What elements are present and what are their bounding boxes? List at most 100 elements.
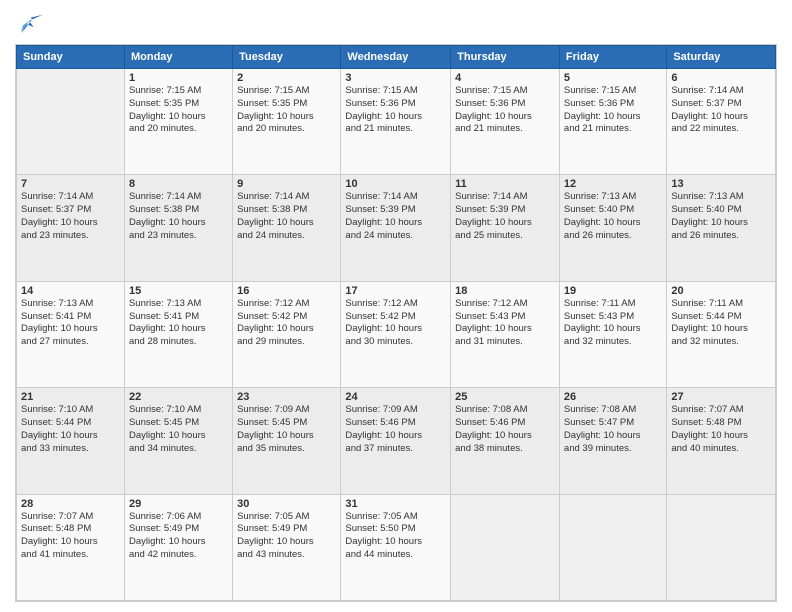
- day-cell: 23Sunrise: 7:09 AMSunset: 5:45 PMDayligh…: [233, 388, 341, 494]
- day-number: 5: [564, 72, 662, 84]
- day-number: 7: [21, 178, 120, 190]
- day-info: Sunrise: 7:15 AMSunset: 5:35 PMDaylight:…: [237, 85, 336, 136]
- day-cell: [451, 494, 560, 600]
- day-cell: 19Sunrise: 7:11 AMSunset: 5:43 PMDayligh…: [559, 281, 666, 387]
- day-cell: 24Sunrise: 7:09 AMSunset: 5:46 PMDayligh…: [341, 388, 451, 494]
- day-number: 9: [237, 178, 336, 190]
- calendar-header: SundayMondayTuesdayWednesdayThursdayFrid…: [17, 46, 776, 69]
- day-info: Sunrise: 7:15 AMSunset: 5:35 PMDaylight:…: [129, 85, 228, 136]
- day-cell: 8Sunrise: 7:14 AMSunset: 5:38 PMDaylight…: [124, 175, 232, 281]
- day-number: 18: [455, 285, 555, 297]
- day-number: 28: [21, 498, 120, 510]
- day-cell: 30Sunrise: 7:05 AMSunset: 5:49 PMDayligh…: [233, 494, 341, 600]
- day-cell: 18Sunrise: 7:12 AMSunset: 5:43 PMDayligh…: [451, 281, 560, 387]
- day-info: Sunrise: 7:15 AMSunset: 5:36 PMDaylight:…: [345, 85, 446, 136]
- day-info: Sunrise: 7:09 AMSunset: 5:46 PMDaylight:…: [345, 404, 446, 455]
- day-info: Sunrise: 7:14 AMSunset: 5:39 PMDaylight:…: [455, 191, 555, 242]
- day-number: 23: [237, 391, 336, 403]
- col-header-friday: Friday: [559, 46, 666, 69]
- day-info: Sunrise: 7:12 AMSunset: 5:43 PMDaylight:…: [455, 298, 555, 349]
- day-info: Sunrise: 7:10 AMSunset: 5:44 PMDaylight:…: [21, 404, 120, 455]
- day-number: 12: [564, 178, 662, 190]
- day-number: 16: [237, 285, 336, 297]
- day-info: Sunrise: 7:15 AMSunset: 5:36 PMDaylight:…: [455, 85, 555, 136]
- day-number: 21: [21, 391, 120, 403]
- day-cell: 29Sunrise: 7:06 AMSunset: 5:49 PMDayligh…: [124, 494, 232, 600]
- day-info: Sunrise: 7:09 AMSunset: 5:45 PMDaylight:…: [237, 404, 336, 455]
- day-cell: 21Sunrise: 7:10 AMSunset: 5:44 PMDayligh…: [17, 388, 125, 494]
- logo: [15, 10, 47, 38]
- day-info: Sunrise: 7:08 AMSunset: 5:46 PMDaylight:…: [455, 404, 555, 455]
- page: SundayMondayTuesdayWednesdayThursdayFrid…: [0, 0, 792, 612]
- day-cell: [667, 494, 776, 600]
- day-info: Sunrise: 7:12 AMSunset: 5:42 PMDaylight:…: [345, 298, 446, 349]
- day-cell: 6Sunrise: 7:14 AMSunset: 5:37 PMDaylight…: [667, 69, 776, 175]
- col-header-wednesday: Wednesday: [341, 46, 451, 69]
- day-number: 4: [455, 72, 555, 84]
- day-info: Sunrise: 7:15 AMSunset: 5:36 PMDaylight:…: [564, 85, 662, 136]
- day-number: 24: [345, 391, 446, 403]
- day-info: Sunrise: 7:07 AMSunset: 5:48 PMDaylight:…: [21, 511, 120, 562]
- header: [15, 10, 777, 38]
- day-cell: [17, 69, 125, 175]
- day-number: 2: [237, 72, 336, 84]
- day-number: 25: [455, 391, 555, 403]
- day-info: Sunrise: 7:14 AMSunset: 5:38 PMDaylight:…: [237, 191, 336, 242]
- day-number: 3: [345, 72, 446, 84]
- day-info: Sunrise: 7:05 AMSunset: 5:50 PMDaylight:…: [345, 511, 446, 562]
- day-cell: 2Sunrise: 7:15 AMSunset: 5:35 PMDaylight…: [233, 69, 341, 175]
- day-number: 17: [345, 285, 446, 297]
- day-cell: 9Sunrise: 7:14 AMSunset: 5:38 PMDaylight…: [233, 175, 341, 281]
- day-cell: 12Sunrise: 7:13 AMSunset: 5:40 PMDayligh…: [559, 175, 666, 281]
- day-info: Sunrise: 7:12 AMSunset: 5:42 PMDaylight:…: [237, 298, 336, 349]
- day-info: Sunrise: 7:08 AMSunset: 5:47 PMDaylight:…: [564, 404, 662, 455]
- day-cell: 25Sunrise: 7:08 AMSunset: 5:46 PMDayligh…: [451, 388, 560, 494]
- day-cell: 22Sunrise: 7:10 AMSunset: 5:45 PMDayligh…: [124, 388, 232, 494]
- day-info: Sunrise: 7:13 AMSunset: 5:40 PMDaylight:…: [671, 191, 771, 242]
- day-cell: 7Sunrise: 7:14 AMSunset: 5:37 PMDaylight…: [17, 175, 125, 281]
- day-info: Sunrise: 7:05 AMSunset: 5:49 PMDaylight:…: [237, 511, 336, 562]
- day-info: Sunrise: 7:14 AMSunset: 5:37 PMDaylight:…: [21, 191, 120, 242]
- day-cell: 4Sunrise: 7:15 AMSunset: 5:36 PMDaylight…: [451, 69, 560, 175]
- col-header-tuesday: Tuesday: [233, 46, 341, 69]
- day-cell: 10Sunrise: 7:14 AMSunset: 5:39 PMDayligh…: [341, 175, 451, 281]
- calendar-body: 1Sunrise: 7:15 AMSunset: 5:35 PMDaylight…: [17, 69, 776, 601]
- day-number: 30: [237, 498, 336, 510]
- day-cell: 20Sunrise: 7:11 AMSunset: 5:44 PMDayligh…: [667, 281, 776, 387]
- col-header-thursday: Thursday: [451, 46, 560, 69]
- day-cell: 27Sunrise: 7:07 AMSunset: 5:48 PMDayligh…: [667, 388, 776, 494]
- day-info: Sunrise: 7:13 AMSunset: 5:40 PMDaylight:…: [564, 191, 662, 242]
- day-cell: [559, 494, 666, 600]
- day-info: Sunrise: 7:10 AMSunset: 5:45 PMDaylight:…: [129, 404, 228, 455]
- day-number: 31: [345, 498, 446, 510]
- day-info: Sunrise: 7:13 AMSunset: 5:41 PMDaylight:…: [21, 298, 120, 349]
- day-cell: 15Sunrise: 7:13 AMSunset: 5:41 PMDayligh…: [124, 281, 232, 387]
- col-header-saturday: Saturday: [667, 46, 776, 69]
- calendar-table: SundayMondayTuesdayWednesdayThursdayFrid…: [16, 45, 776, 601]
- week-row-1: 1Sunrise: 7:15 AMSunset: 5:35 PMDaylight…: [17, 69, 776, 175]
- logo-bird-icon: [15, 10, 43, 38]
- day-cell: 11Sunrise: 7:14 AMSunset: 5:39 PMDayligh…: [451, 175, 560, 281]
- day-info: Sunrise: 7:14 AMSunset: 5:38 PMDaylight:…: [129, 191, 228, 242]
- day-number: 10: [345, 178, 446, 190]
- col-header-sunday: Sunday: [17, 46, 125, 69]
- day-number: 27: [671, 391, 771, 403]
- week-row-4: 21Sunrise: 7:10 AMSunset: 5:44 PMDayligh…: [17, 388, 776, 494]
- calendar: SundayMondayTuesdayWednesdayThursdayFrid…: [15, 44, 777, 602]
- day-info: Sunrise: 7:14 AMSunset: 5:37 PMDaylight:…: [671, 85, 771, 136]
- day-cell: 14Sunrise: 7:13 AMSunset: 5:41 PMDayligh…: [17, 281, 125, 387]
- day-number: 1: [129, 72, 228, 84]
- day-info: Sunrise: 7:14 AMSunset: 5:39 PMDaylight:…: [345, 191, 446, 242]
- day-cell: 16Sunrise: 7:12 AMSunset: 5:42 PMDayligh…: [233, 281, 341, 387]
- day-info: Sunrise: 7:13 AMSunset: 5:41 PMDaylight:…: [129, 298, 228, 349]
- day-number: 8: [129, 178, 228, 190]
- col-header-monday: Monday: [124, 46, 232, 69]
- week-row-3: 14Sunrise: 7:13 AMSunset: 5:41 PMDayligh…: [17, 281, 776, 387]
- week-row-5: 28Sunrise: 7:07 AMSunset: 5:48 PMDayligh…: [17, 494, 776, 600]
- day-number: 19: [564, 285, 662, 297]
- day-info: Sunrise: 7:11 AMSunset: 5:44 PMDaylight:…: [671, 298, 771, 349]
- day-info: Sunrise: 7:11 AMSunset: 5:43 PMDaylight:…: [564, 298, 662, 349]
- day-cell: 5Sunrise: 7:15 AMSunset: 5:36 PMDaylight…: [559, 69, 666, 175]
- day-number: 13: [671, 178, 771, 190]
- day-number: 11: [455, 178, 555, 190]
